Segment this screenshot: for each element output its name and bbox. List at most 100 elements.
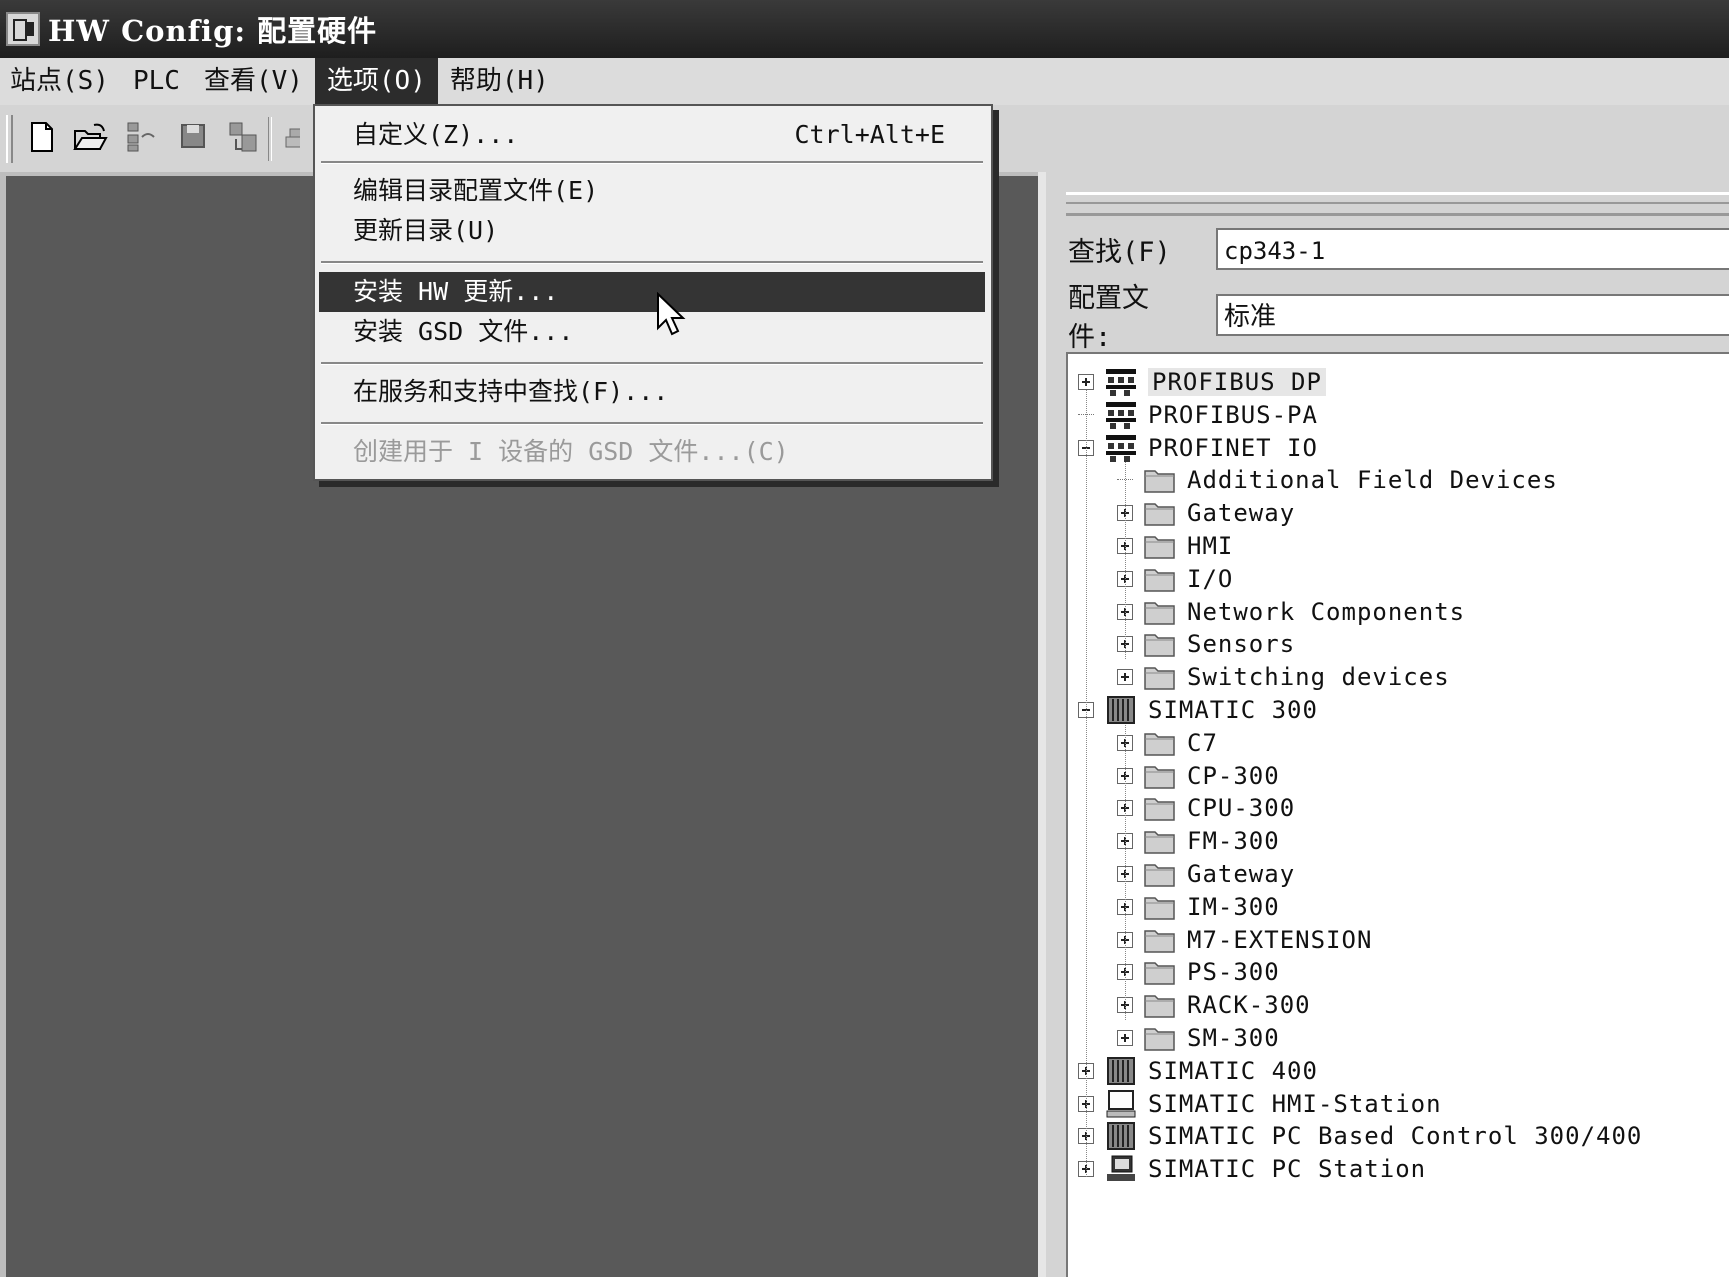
folder-icon (1143, 728, 1177, 758)
tree-node-label: CPU-300 (1187, 794, 1296, 823)
tree-node-label: SM-300 (1187, 1024, 1280, 1052)
search-input[interactable]: cp343-1 (1216, 228, 1729, 270)
tree-node[interactable]: Gateway (1117, 495, 1295, 531)
tree-node[interactable]: Gateway (1117, 856, 1295, 892)
folder-icon (1143, 826, 1177, 856)
expand-icon[interactable] (1078, 374, 1094, 390)
search-label: 查找(F) (1068, 236, 1171, 268)
menu-customize-shortcut: Ctrl+Alt+E (794, 120, 945, 149)
bus-icon (1104, 400, 1138, 430)
new-icon[interactable] (24, 119, 60, 155)
tree-node-label: SIMATIC 400 (1148, 1056, 1318, 1085)
mouse-cursor-icon (657, 292, 686, 336)
tree-node[interactable]: CPU-300 (1117, 790, 1295, 826)
save-icon[interactable] (176, 119, 212, 155)
menu-separator (321, 362, 983, 365)
tree-node[interactable]: Switching devices (1117, 659, 1450, 695)
menu-customize[interactable]: 自定义(Z)... Ctrl+Alt+E (319, 115, 985, 155)
tree-node[interactable]: SIMATIC 300 (1078, 692, 1318, 728)
download-icon[interactable] (226, 119, 262, 155)
monitor-icon (1104, 1089, 1138, 1119)
tree-node-label: PROFIBUS DP (1148, 368, 1326, 396)
tree-node-label: PS-300 (1187, 958, 1280, 987)
folder-icon (1143, 629, 1177, 659)
tree-node[interactable]: IM-300 (1117, 889, 1280, 925)
menu-install-hw-updates[interactable]: 安装 HW 更新... (319, 272, 985, 312)
tree-node[interactable]: I/O (1117, 561, 1233, 597)
folder-icon (1143, 761, 1177, 791)
folder-icon (1143, 957, 1177, 987)
menu-find-in-service-support[interactable]: 在服务和支持中查找(F)... (319, 372, 985, 412)
tree-node[interactable]: SM-300 (1117, 1020, 1280, 1056)
profile-label: 配置文件: (1068, 283, 1149, 353)
menu-separator (321, 422, 983, 425)
tree-node-label: Gateway (1187, 860, 1296, 888)
menu-options[interactable]: 选项(O) (314, 58, 438, 105)
bus-icon (1104, 433, 1138, 463)
expand-icon[interactable] (1117, 1030, 1133, 1046)
window-title: HW Config: 配置硬件 (48, 14, 378, 48)
tree-node[interactable]: SIMATIC PC Station (1078, 1151, 1426, 1187)
menu-help[interactable]: 帮助(H) (438, 58, 561, 105)
tree-guide-line (1086, 390, 1087, 1178)
tree-node-label: CP-300 (1187, 761, 1280, 790)
tree-node[interactable]: Sensors (1117, 626, 1295, 662)
tree-node[interactable]: PS-300 (1117, 954, 1280, 990)
folder-icon (1143, 892, 1177, 922)
tree-node-label: Gateway (1187, 499, 1296, 528)
open-icon[interactable] (72, 119, 108, 155)
tree-node-label: M7-EXTENSION (1187, 925, 1373, 954)
expand-icon[interactable] (1117, 669, 1133, 686)
toolbar-grip[interactable] (6, 115, 13, 163)
folder-icon (1143, 465, 1177, 495)
tree-node[interactable]: C7 (1117, 725, 1218, 761)
tree-node[interactable]: PROFIBUS DP (1078, 364, 1326, 400)
folder-icon (1143, 597, 1177, 627)
menu-separator (321, 161, 983, 164)
tree-node-label: SIMATIC PC Based Control 300/400 (1148, 1122, 1643, 1151)
tree-node-label: Additional Field Devices (1187, 466, 1558, 495)
hardware-catalog-panel: 查找(F) cp343-1 配置文件: 标准 PROFIBUS DP PROFIB… (1038, 172, 1729, 1277)
tree-node[interactable]: SIMATIC HMI-Station (1078, 1086, 1442, 1122)
tree-node[interactable]: SIMATIC 400 (1078, 1053, 1318, 1089)
folder-icon (1143, 1023, 1177, 1053)
profile-select[interactable]: 标准 (1216, 294, 1729, 336)
profile-row: 配置文件: 标准 (1068, 283, 1729, 353)
tree-node[interactable]: M7-EXTENSION (1117, 922, 1372, 958)
tree-node[interactable]: Network Components (1117, 594, 1465, 630)
tree-node[interactable]: HMI (1117, 528, 1233, 564)
plc-icon (1104, 695, 1138, 725)
tree-node-label: HMI (1187, 532, 1234, 560)
catalog-tree: PROFIBUS DP PROFIBUS-PA PROFINET IO Additio… (1066, 352, 1729, 1277)
menu-update-catalog[interactable]: 更新目录(U) (319, 211, 985, 251)
toolbar-separator (268, 117, 272, 161)
menu-plc[interactable]: PLC (121, 58, 192, 105)
tree-node[interactable]: Additional Field Devices (1117, 462, 1558, 498)
tree-node-label: Sensors (1187, 630, 1296, 659)
network-icon[interactable] (124, 119, 160, 155)
tree-node[interactable]: FM-300 (1117, 823, 1280, 859)
menu-bar: 站点(S) PLC 查看(V) 选项(O) 帮助(H) (0, 58, 1729, 105)
tree-node[interactable]: PROFIBUS-PA (1078, 397, 1318, 433)
menu-station[interactable]: 站点(S) (0, 58, 121, 105)
menu-view[interactable]: 查看(V) (192, 58, 315, 105)
tree-node[interactable]: CP-300 (1117, 758, 1280, 794)
tree-node[interactable]: SIMATIC PC Based Control 300/400 (1078, 1118, 1642, 1154)
catalog-title-grip[interactable] (1066, 192, 1729, 216)
print-icon[interactable] (280, 119, 300, 155)
plc-icon (1104, 1121, 1138, 1151)
menu-install-gsd-file[interactable]: 安装 GSD 文件... (319, 312, 985, 352)
tree-node[interactable]: PROFINET IO (1078, 430, 1318, 466)
tree-node-label: Network Components (1187, 597, 1466, 626)
tree-node[interactable]: RACK-300 (1117, 987, 1311, 1023)
pc-station-icon (1104, 1154, 1138, 1184)
tree-node-label: Switching devices (1187, 663, 1450, 692)
folder-icon (1143, 531, 1177, 561)
folder-icon (1143, 990, 1177, 1020)
tree-node-label: C7 (1187, 728, 1218, 757)
menu-edit-catalog-profile[interactable]: 编辑目录配置文件(E) (319, 171, 985, 211)
options-dropdown-menu: 自定义(Z)... Ctrl+Alt+E 编辑目录配置文件(E) 更新目录(U)… (313, 104, 993, 481)
menu-create-gsd-for-i-device[interactable]: 创建用于 I 设备的 GSD 文件...(C) (319, 432, 985, 472)
bus-icon (1104, 367, 1138, 397)
tree-node-label: PROFIBUS-PA (1148, 400, 1318, 429)
